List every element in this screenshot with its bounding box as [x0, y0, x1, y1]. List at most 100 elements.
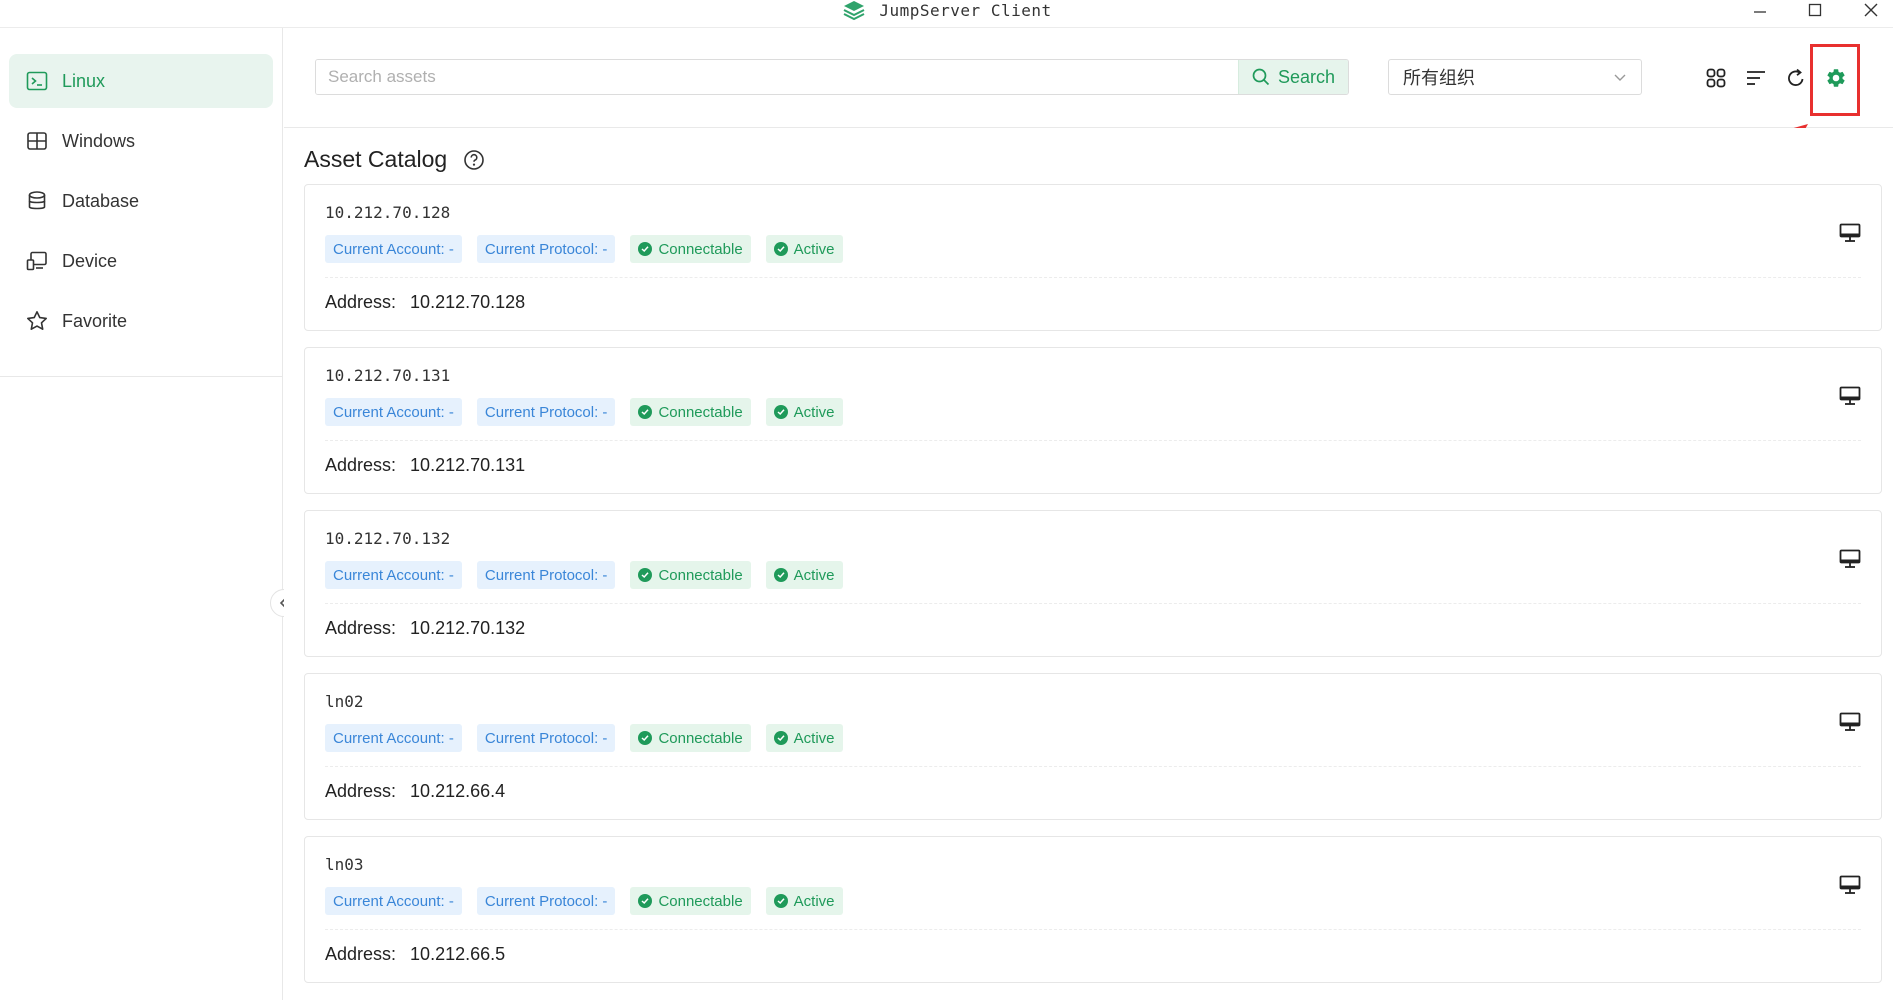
sort-button[interactable]: [1742, 64, 1770, 92]
check-circle-icon: [773, 894, 788, 908]
check-circle-icon: [638, 894, 653, 908]
asset-card[interactable]: 10.212.70.128 Current Account: - Current…: [304, 184, 1882, 331]
card-divider: [325, 603, 1861, 604]
asset-address-row: Address: 10.212.70.131: [325, 455, 525, 476]
current-protocol-tag: Current Protocol: -: [476, 887, 616, 915]
connectable-tag: Connectable: [630, 398, 751, 426]
organization-selected-value: 所有组织: [1403, 68, 1475, 88]
current-protocol-label: Current Protocol: -: [484, 892, 608, 910]
address-value: 10.212.66.5: [410, 944, 506, 964]
maximize-button[interactable]: [1793, 0, 1837, 20]
sidebar-item-favorite[interactable]: Favorite: [9, 294, 273, 348]
current-account-label: Current Account: -: [333, 566, 454, 584]
connect-button[interactable]: [1837, 220, 1863, 246]
search-icon: [1252, 68, 1270, 86]
current-protocol-tag: Current Protocol: -: [476, 235, 616, 263]
current-account-label: Current Account: -: [333, 892, 454, 910]
current-account-tag: Current Account: -: [325, 235, 462, 263]
asset-tags: Current Account: - Current Protocol: - C…: [325, 724, 843, 752]
main-content: Asset Catalog 10.212.70.128 Current Acco…: [284, 128, 1893, 1000]
address-value: 10.212.66.4: [410, 781, 506, 801]
sidebar-item-linux[interactable]: Linux: [9, 54, 273, 108]
sidebar-item-label: Device: [62, 250, 118, 271]
title-bar: JumpServer Client: [0, 0, 1893, 28]
sidebar-item-device[interactable]: Device: [9, 234, 273, 288]
windows-icon: [27, 132, 47, 150]
asset-address-row: Address: 10.212.70.128: [325, 292, 525, 313]
current-account-tag: Current Account: -: [325, 887, 462, 915]
active-tag: Active: [765, 398, 843, 426]
device-icon: [26, 251, 47, 271]
sidebar-menu: Linux Windows Database Device Favorite: [0, 28, 282, 377]
sidebar-item-label: Database: [62, 190, 140, 211]
current-protocol-tag: Current Protocol: -: [476, 561, 616, 589]
minimize-button[interactable]: [1738, 0, 1782, 20]
asset-address-row: Address: 10.212.66.5: [325, 944, 505, 965]
connectable-tag: Connectable: [630, 724, 751, 752]
connect-button[interactable]: [1837, 383, 1863, 409]
sidebar-item-windows[interactable]: Windows: [9, 114, 273, 168]
app-title: JumpServer Client: [0, 0, 1893, 21]
refresh-button[interactable]: [1782, 64, 1810, 92]
card-divider: [325, 929, 1861, 930]
sort-icon: [1747, 71, 1765, 85]
catalog-header: Asset Catalog: [304, 146, 485, 173]
monitor-icon: [1839, 549, 1861, 568]
card-divider: [325, 277, 1861, 278]
settings-button[interactable]: [1822, 64, 1850, 92]
address-label: Address:: [325, 292, 397, 312]
monitor-icon: [1839, 875, 1861, 894]
page-title: Asset Catalog: [304, 146, 448, 172]
connectable-label: Connectable: [658, 566, 743, 584]
check-circle-icon: [638, 731, 653, 745]
active-label: Active: [793, 729, 835, 747]
current-protocol-label: Current Protocol: -: [484, 240, 608, 258]
connectable-label: Connectable: [658, 892, 743, 910]
sidebar-item-database[interactable]: Database: [9, 174, 273, 228]
window-title: JumpServer Client: [879, 0, 1052, 20]
close-icon: [1864, 3, 1878, 17]
current-account-tag: Current Account: -: [325, 561, 462, 589]
grid-view-icon: [1706, 68, 1726, 88]
current-protocol-label: Current Protocol: -: [484, 729, 608, 747]
maximize-icon: [1808, 3, 1822, 17]
search-input[interactable]: [316, 60, 1238, 94]
check-circle-icon: [773, 731, 788, 745]
connect-button[interactable]: [1837, 709, 1863, 735]
organization-select[interactable]: 所有组织: [1388, 59, 1642, 95]
monitor-icon: [1839, 223, 1861, 242]
sidebar-item-label: Favorite: [62, 310, 128, 331]
address-label: Address:: [325, 618, 397, 638]
connectable-label: Connectable: [658, 729, 743, 747]
asset-tags: Current Account: - Current Protocol: - C…: [325, 398, 843, 426]
help-icon[interactable]: [463, 149, 485, 171]
jumpserver-logo-icon: [841, 0, 867, 21]
search-bar: Search: [315, 59, 1349, 95]
current-account-label: Current Account: -: [333, 729, 454, 747]
monitor-icon: [1839, 712, 1861, 731]
card-divider: [325, 766, 1861, 767]
address-value: 10.212.70.128: [410, 292, 526, 312]
connect-button[interactable]: [1837, 546, 1863, 572]
current-protocol-tag: Current Protocol: -: [476, 398, 616, 426]
active-label: Active: [793, 240, 835, 258]
asset-name: 10.212.70.128: [325, 203, 451, 222]
asset-name: 10.212.70.131: [325, 366, 451, 385]
connect-button[interactable]: [1837, 872, 1863, 898]
grid-view-button[interactable]: [1702, 64, 1730, 92]
address-label: Address:: [325, 781, 397, 801]
search-button[interactable]: Search: [1238, 60, 1348, 94]
current-account-label: Current Account: -: [333, 403, 454, 421]
refresh-icon: [1788, 68, 1804, 86]
asset-card[interactable]: 10.212.70.131 Current Account: - Current…: [304, 347, 1882, 494]
asset-tags: Current Account: - Current Protocol: - C…: [325, 235, 843, 263]
current-account-label: Current Account: -: [333, 240, 454, 258]
terminal-icon: [26, 71, 48, 91]
asset-card[interactable]: 10.212.70.132 Current Account: - Current…: [304, 510, 1882, 657]
close-window-button[interactable]: [1849, 0, 1893, 20]
asset-card[interactable]: ln03 Current Account: - Current Protocol…: [304, 836, 1882, 983]
asset-card[interactable]: ln02 Current Account: - Current Protocol…: [304, 673, 1882, 820]
check-circle-icon: [638, 568, 653, 582]
card-divider: [325, 440, 1861, 441]
asset-name: ln02: [325, 692, 364, 711]
